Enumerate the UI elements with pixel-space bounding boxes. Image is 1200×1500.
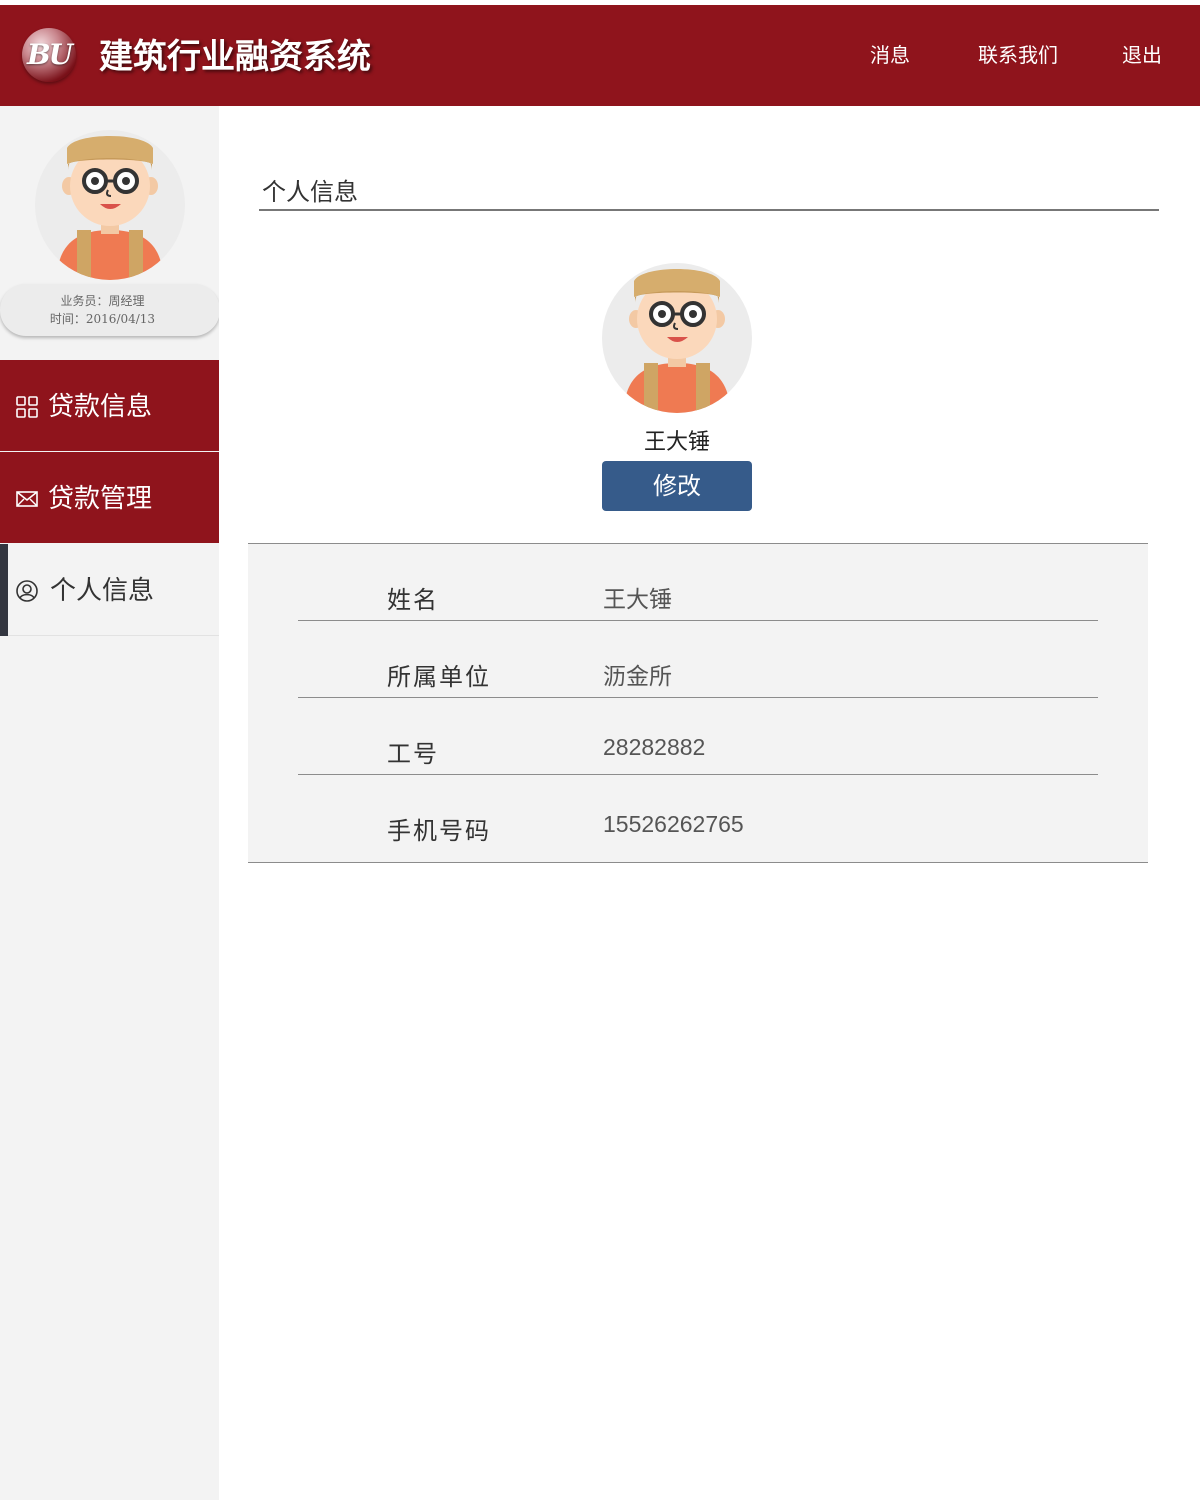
sidebar-item-label: 个人信息 [50,575,155,605]
info-panel: 姓名 王大锤 所属单位 沥金所 工号 28282882 手机号码 1552626… [248,543,1148,863]
sidebar-item-loan-management[interactable]: 贷款管理 [0,452,219,543]
app-header: BU 建筑行业融资系统 消息 联系我们 退出 [0,5,1200,106]
nav-logout[interactable]: 退出 [1122,42,1162,70]
app-logo[interactable]: BU [22,28,76,82]
active-indicator [0,544,8,636]
info-value: 15526262765 [603,811,744,837]
logo-text: BU [26,38,73,71]
main-content: 个人信息 王大锤 修改 姓名 王大锤 所属单位 沥金所 工号 28282882 … [219,106,1200,1500]
info-value: 28282882 [603,734,706,760]
info-value: 沥金所 [603,663,672,689]
info-row-name: 姓名 王大锤 [298,544,1098,621]
info-row-phone: 手机号码 15526262765 [298,775,1098,851]
page-title: 个人信息 [262,179,358,206]
sidebar-item-personal-info[interactable]: 个人信息 [0,544,219,636]
avatar-illustration [57,136,163,280]
info-row-organization: 所属单位 沥金所 [298,621,1098,698]
user-date: 时间：2016/04/13 [49,312,156,326]
grid-icon [16,396,38,418]
sidebar-item-label: 贷款信息 [48,391,153,421]
sidebar-item-loan-info[interactable]: 贷款信息 [0,360,219,451]
profile-avatar [602,263,752,413]
title-divider [259,209,1159,211]
info-label: 工号 [387,741,439,768]
user-card: 业务员：周经理 时间：2016/04/13 [0,284,220,336]
sidebar: 业务员：周经理 时间：2016/04/13 贷款信息 贷款管理 个人信息 [0,106,220,1500]
avatar [35,130,185,280]
info-value: 王大锤 [603,586,672,612]
info-label: 所属单位 [387,664,491,691]
nav-messages[interactable]: 消息 [870,42,910,70]
edit-button[interactable]: 修改 [602,461,752,511]
user-icon [16,580,38,602]
avatar-illustration [624,269,730,413]
info-label: 姓名 [387,587,439,614]
app-title: 建筑行业融资系统 [99,38,371,76]
nav-contact-us[interactable]: 联系我们 [978,42,1058,70]
info-label: 手机号码 [387,818,491,845]
info-row-employee-id: 工号 28282882 [298,698,1098,775]
user-role: 业务员：周经理 [60,294,145,308]
mail-icon [16,491,38,507]
sidebar-item-label: 贷款管理 [48,483,153,513]
profile-name: 王大锤 [643,429,710,454]
